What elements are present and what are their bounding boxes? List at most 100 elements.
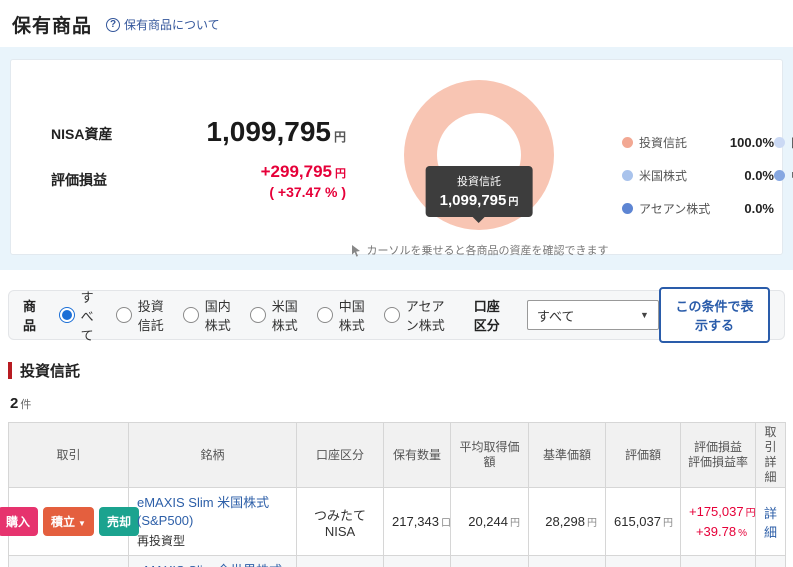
count-number: 2	[10, 395, 19, 412]
buy-button[interactable]: 購入	[0, 507, 39, 537]
pl-value: +299,795 円	[161, 162, 346, 182]
yen-unit: 円	[335, 168, 346, 180]
holdings-table: 取引 銘柄 口座区分 保有数量 平均取得価額 基準価額 評価額 評価損益 評価損…	[0, 422, 786, 567]
question-icon: ?	[106, 17, 121, 32]
yen-unit: 円	[508, 197, 519, 208]
radio-beikoku[interactable]: 米国株式	[249, 296, 300, 334]
kuchi-unit: 口	[441, 518, 451, 530]
summary-band: NISA資産 1,099,795 円 評価損益 +299,795 円 ( +37.4…	[0, 47, 793, 270]
nisa-summary-card: NISA資産 1,099,795 円 評価損益 +299,795 円 ( +37.4…	[10, 59, 793, 258]
page-header: 保有商品 ? 保有商品について	[0, 0, 793, 47]
radio-label: 投資信託	[137, 299, 164, 333]
apply-filter-button[interactable]: この条件で表示する	[658, 287, 770, 343]
table-row: 購入 積立 ▼ 売却 eMAXIS Slim 米国株式(S&P500) 再投資型 …	[0, 486, 786, 557]
yen-unit: 円	[663, 518, 673, 530]
tooltip-category: 投資信託	[456, 176, 501, 188]
tooltip-value: 1,099,795 円	[440, 192, 519, 209]
radio-chugoku[interactable]: 中国株式	[316, 296, 367, 334]
section-accent-bar	[8, 362, 12, 379]
pl-rate-value: +39.78	[695, 523, 737, 539]
account-type-cell: つみたてNISA	[296, 486, 384, 557]
pl-label: 評価損益	[51, 172, 107, 188]
radio-button-icon	[58, 307, 75, 323]
legend-item-toshin: 投資信託	[622, 134, 722, 151]
col-header-nav: 基準価額	[528, 422, 606, 488]
avg-price-value: 20,244	[468, 514, 508, 530]
col-header-quantity: 保有数量	[383, 422, 451, 488]
radio-all[interactable]: すべて	[58, 287, 99, 344]
legend-item-beikoku: 米国株式	[622, 167, 722, 184]
radio-button-icon	[316, 307, 333, 323]
quantity-cell: 217,343 口	[383, 486, 451, 557]
pl-amount: +175,037 円	[689, 502, 756, 522]
chart-tooltip: 投資信託 1,099,795 円	[425, 166, 533, 217]
radio-button-icon	[249, 307, 266, 323]
totals-block: NISA資産 1,099,795 円 評価損益 +299,795 円 ( +37.4…	[51, 116, 346, 200]
col-header-detail-line1: 取引	[764, 425, 777, 454]
account-type-select[interactable]: すべて ▼	[526, 300, 659, 330]
chart-legend: 投資信託 100.0% 国内株式 0.0% 米国株式 0.0% 中国株式 0.0…	[622, 134, 793, 217]
actions-cell: 購入 積立▼ 売却	[0, 486, 139, 557]
pl-amount: +299,795	[260, 162, 332, 181]
legend-value: 0.0%	[744, 168, 774, 183]
col-header-name: 銘柄	[128, 422, 297, 488]
col-header-value: 評価額	[605, 422, 681, 488]
yen-unit: 円	[510, 518, 520, 530]
yen-unit: 円	[333, 130, 346, 144]
col-header-pl-line2: 評価損益率	[687, 455, 748, 469]
fund-name-cell: eMAXIS Slim 全世界株式(オール・カントリー) 再投資型	[128, 555, 297, 567]
legend-label: 投資信託	[639, 136, 688, 150]
radio-asean[interactable]: アセアン株式	[383, 296, 451, 334]
tsumitate-button[interactable]: 積立 ▼	[43, 507, 94, 537]
radio-toshin[interactable]: 投資信託	[115, 296, 166, 334]
detail-link[interactable]: 詳細	[755, 555, 786, 567]
filter-bar: 商品 すべて 投資信託 国内株式 米国株式 中国株式 アセアン株式 口座区分 す…	[8, 287, 785, 343]
chart-hint-text: カーソルを乗せると各商品の資産を確認できます	[366, 245, 609, 257]
fund-name-link[interactable]: eMAXIS Slim 全世界株式(オール・カントリー)	[137, 563, 282, 567]
yen-unit: 円	[587, 518, 597, 530]
legend-label: アセアン株式	[639, 202, 711, 216]
yen-unit: 円	[745, 508, 756, 520]
percent-unit: %	[738, 527, 747, 539]
asset-allocation-chart[interactable]: 投資信託 1,099,795 円 カーソルを乗せると各商品の資産を確認できます	[351, 78, 609, 258]
col-header-trade: 取引	[8, 422, 129, 488]
col-header-pl-line1: 評価損益	[693, 440, 742, 454]
col-header-pl: 評価損益 評価損益率	[680, 422, 756, 488]
legend-item-kokunai: 国内株式	[774, 134, 793, 151]
help-link-label: 保有商品について	[124, 18, 220, 32]
nisa-asset-value: 1,099,795 円	[161, 116, 346, 148]
nav-value: 28,298	[545, 514, 585, 530]
value-cell: 484,758円	[605, 555, 681, 567]
section-title: 投資信託	[20, 363, 81, 380]
holdings-help-link[interactable]: ? 保有商品について	[106, 16, 220, 33]
pl-rate: ( +37.47 % )	[269, 184, 346, 200]
legend-dot	[774, 170, 785, 181]
col-header-detail-line2: 詳細	[764, 455, 777, 484]
pl-rate: +39.78%	[689, 522, 747, 542]
count-unit: 件	[20, 399, 32, 411]
section-header: 投資信託	[8, 360, 783, 381]
avg-price-cell: 17,546円	[450, 555, 529, 567]
legend-item-chugoku: 中国株式	[774, 167, 793, 184]
radio-label: すべて	[80, 289, 94, 343]
legend-dot	[622, 170, 633, 181]
radio-kokunai[interactable]: 国内株式	[182, 296, 233, 334]
pl-amount-value: +175,037	[689, 504, 744, 520]
nav-cell: 23,627円	[528, 555, 606, 567]
pl-block: +299,795 円 ( +37.47 % )	[161, 162, 346, 200]
fund-name-link[interactable]: eMAXIS Slim 米国株式(S&P500)	[137, 495, 269, 528]
pl-cell: +124,758円 +34.65%	[680, 555, 756, 567]
legend-label: 米国株式	[639, 169, 688, 183]
nisa-asset-label: NISA資産	[51, 126, 113, 142]
detail-link[interactable]: 詳細	[755, 486, 786, 557]
table-header-row: 取引 銘柄 口座区分 保有数量 平均取得価額 基準価額 評価額 評価損益 評価損…	[8, 422, 786, 488]
radio-button-icon	[182, 307, 199, 323]
col-header-detail: 取引 詳細	[755, 422, 786, 488]
tooltip-amount: 1,099,795	[439, 192, 507, 209]
chevron-down-icon: ▼	[78, 519, 86, 529]
radio-label: 米国株式	[271, 299, 298, 333]
avg-price-cell: 20,244 円	[450, 486, 529, 557]
cursor-icon	[351, 244, 360, 257]
sell-button[interactable]: 売却	[98, 507, 139, 537]
account-type-cell: つみたてNISA	[296, 555, 384, 567]
